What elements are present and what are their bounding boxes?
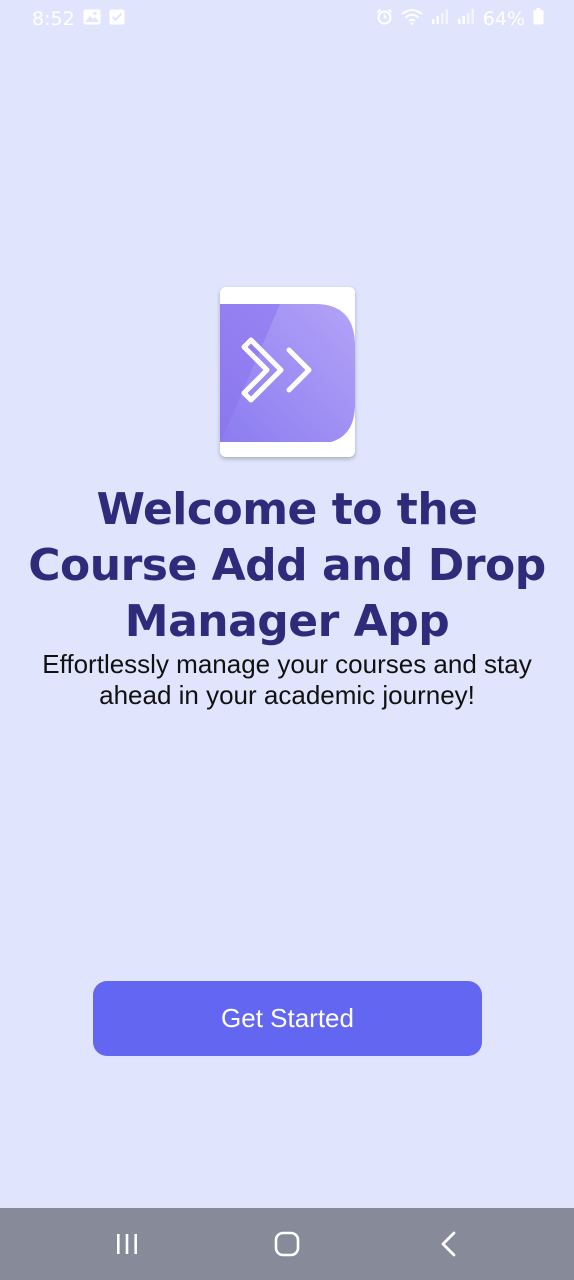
status-time: 8:52 — [32, 8, 75, 30]
back-button[interactable] — [404, 1208, 494, 1280]
signal-icon — [457, 9, 475, 29]
battery-icon — [533, 8, 544, 30]
back-icon — [441, 1231, 456, 1257]
signal-icon — [431, 9, 449, 29]
get-started-button[interactable]: Get Started — [93, 981, 482, 1056]
home-icon — [274, 1231, 300, 1257]
status-bar-right: 64% — [376, 8, 544, 30]
recent-apps-icon — [117, 1234, 137, 1254]
welcome-screen: 8:52 64% Welcome to the Course Add and D… — [0, 0, 574, 1280]
status-bar-left: 8:52 — [32, 8, 125, 30]
home-button[interactable] — [242, 1208, 332, 1280]
status-bar: 8:52 64% — [0, 0, 574, 38]
battery-percent: 64% — [482, 8, 525, 30]
check-icon — [109, 9, 125, 30]
image-icon — [83, 9, 101, 30]
app-logo — [220, 287, 355, 457]
welcome-subtitle: Effortlessly manage your courses and sta… — [42, 649, 532, 710]
welcome-title: Welcome to the Course Add and Drop Manag… — [28, 484, 546, 647]
alarm-icon — [376, 8, 393, 30]
double-chevron-right-icon — [220, 304, 355, 442]
recent-apps-button[interactable] — [82, 1208, 172, 1280]
navigation-bar — [0, 1208, 574, 1280]
wifi-icon — [401, 8, 423, 30]
